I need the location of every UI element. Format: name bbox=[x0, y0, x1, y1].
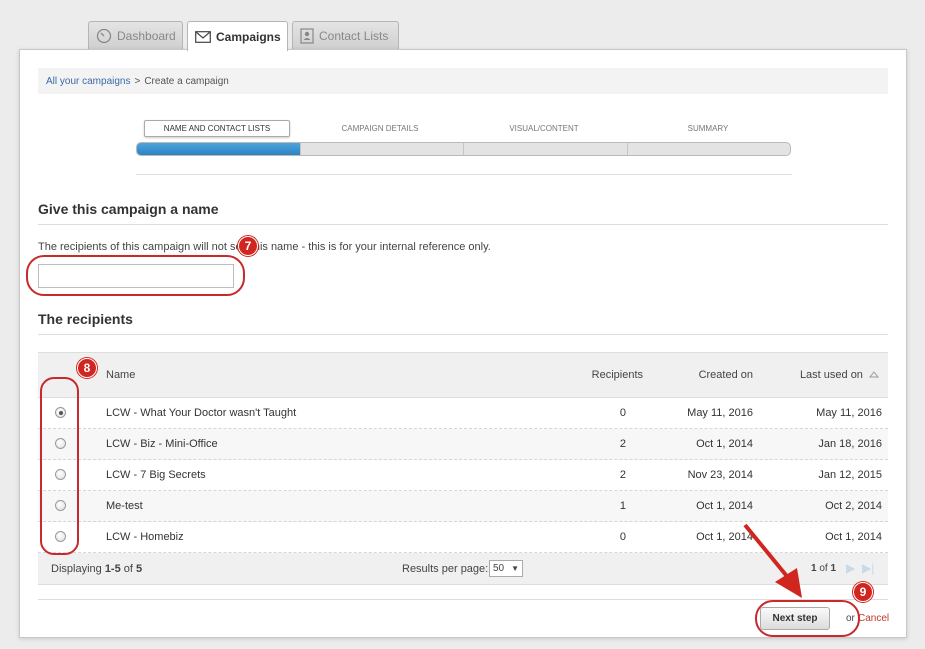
displaying-range: 1-5 bbox=[104, 563, 121, 575]
list-created: Nov 23, 2014 bbox=[687, 469, 753, 481]
step-visual-content: VISUAL/CONTENT bbox=[509, 124, 579, 133]
displaying-of: of bbox=[123, 563, 133, 575]
tab-contact-lists[interactable]: Contact Lists bbox=[292, 21, 399, 50]
next-page-icon[interactable]: ▶ bbox=[846, 561, 855, 575]
list-last-used: Jan 12, 2015 bbox=[818, 469, 882, 481]
list-recipients: 1 bbox=[619, 500, 626, 512]
name-help-text: The recipients of this campaign will not… bbox=[38, 241, 491, 253]
tab-campaigns[interactable]: Campaigns bbox=[187, 21, 288, 51]
table-row[interactable]: LCW - 7 Big Secrets 2 Nov 23, 2014 Jan 1… bbox=[38, 460, 888, 491]
breadcrumb: All your campaigns > Create a campaign bbox=[38, 68, 888, 94]
divider bbox=[38, 334, 888, 335]
results-per-page-value: 50 bbox=[493, 563, 505, 574]
table-header: Name Recipients Created on Last used on bbox=[38, 352, 888, 398]
pager-of: of bbox=[819, 563, 828, 574]
list-name: LCW - What Your Doctor wasn't Taught bbox=[106, 407, 297, 419]
cancel-link[interactable]: Cancel bbox=[858, 613, 889, 624]
progress-segment-2 bbox=[301, 143, 464, 155]
envelope-icon bbox=[195, 30, 211, 43]
step-name-and-contact-lists: NAME AND CONTACT LISTS bbox=[144, 120, 290, 137]
last-page-icon[interactable]: ▶| bbox=[862, 561, 874, 575]
pager-status: 1 of 1 bbox=[811, 563, 836, 574]
list-created: May 11, 2016 bbox=[687, 407, 753, 419]
displaying-prefix: Displaying bbox=[51, 563, 102, 575]
wizard-progress-bar bbox=[136, 142, 791, 156]
annotation-badge-9: 9 bbox=[853, 582, 873, 602]
annotation-ring-next-step bbox=[755, 600, 860, 637]
list-last-used: Jan 18, 2016 bbox=[818, 438, 882, 450]
list-last-used: Oct 2, 2014 bbox=[825, 500, 882, 512]
step-campaign-details: CAMPAIGN DETAILS bbox=[341, 124, 419, 133]
table-row[interactable]: Me-test 1 Oct 1, 2014 Oct 2, 2014 bbox=[38, 491, 888, 522]
list-last-used: Oct 1, 2014 bbox=[825, 531, 882, 543]
table-row[interactable]: LCW - Biz - Mini-Office 2 Oct 1, 2014 Ja… bbox=[38, 429, 888, 460]
list-name: Me-test bbox=[106, 500, 143, 512]
annotation-arrow-icon bbox=[743, 523, 802, 598]
column-header-name[interactable]: Name bbox=[106, 369, 135, 381]
list-recipients: 2 bbox=[619, 469, 626, 481]
annotation-ring-name-input bbox=[26, 255, 245, 296]
list-created: Oct 1, 2014 bbox=[696, 500, 753, 512]
list-recipients: 0 bbox=[619, 407, 626, 419]
divider bbox=[38, 224, 888, 225]
column-header-last-used[interactable]: Last used on bbox=[799, 369, 880, 381]
pager-total: 1 bbox=[830, 563, 837, 574]
annotation-ring-radios bbox=[40, 377, 79, 555]
list-recipients: 2 bbox=[619, 438, 626, 450]
tab-contact-lists-label: Contact Lists bbox=[319, 29, 389, 43]
list-created: Oct 1, 2014 bbox=[696, 438, 753, 450]
annotation-badge-7: 7 bbox=[238, 236, 258, 256]
progress-segment-3 bbox=[464, 143, 628, 155]
displaying-total: 5 bbox=[136, 563, 143, 575]
list-name: LCW - 7 Big Secrets bbox=[106, 469, 206, 481]
list-recipients: 0 bbox=[619, 531, 626, 543]
column-header-created[interactable]: Created on bbox=[699, 369, 753, 381]
name-section-title: Give this campaign a name bbox=[38, 201, 219, 217]
tab-dashboard-label: Dashboard bbox=[117, 29, 176, 43]
pager-current: 1 bbox=[811, 563, 817, 574]
breadcrumb-all-campaigns-link[interactable]: All your campaigns bbox=[46, 76, 130, 87]
gauge-icon bbox=[96, 28, 112, 44]
recipients-section-title: The recipients bbox=[38, 311, 133, 327]
annotation-badge-8: 8 bbox=[77, 358, 97, 378]
contacts-book-icon bbox=[300, 28, 314, 44]
column-header-recipients[interactable]: Recipients bbox=[592, 369, 643, 381]
list-last-used: May 11, 2016 bbox=[816, 407, 882, 419]
table-row[interactable]: LCW - What Your Doctor wasn't Taught 0 M… bbox=[38, 398, 888, 429]
tab-campaigns-label: Campaigns bbox=[216, 29, 281, 44]
column-header-last-used-label: Last used on bbox=[799, 369, 863, 381]
results-per-page-label: Results per page: bbox=[402, 563, 489, 575]
list-name: LCW - Biz - Mini-Office bbox=[106, 438, 218, 450]
breadcrumb-separator: > bbox=[134, 75, 141, 87]
list-name: LCW - Homebiz bbox=[106, 531, 184, 543]
tab-dashboard[interactable]: Dashboard bbox=[88, 21, 183, 50]
progress-segment-4 bbox=[628, 143, 791, 155]
displaying-count: Displaying 1-5 of 5 bbox=[51, 563, 142, 575]
divider bbox=[136, 174, 792, 175]
chevron-down-icon: ▼ bbox=[511, 564, 519, 573]
wizard-steps: NAME AND CONTACT LISTS CAMPAIGN DETAILS … bbox=[136, 118, 792, 158]
step-summary: SUMMARY bbox=[687, 124, 729, 133]
sort-up-icon bbox=[868, 371, 880, 378]
results-per-page-select[interactable]: 50 ▼ bbox=[489, 560, 523, 577]
breadcrumb-current: Create a campaign bbox=[144, 75, 229, 87]
progress-segment-1 bbox=[137, 143, 301, 155]
